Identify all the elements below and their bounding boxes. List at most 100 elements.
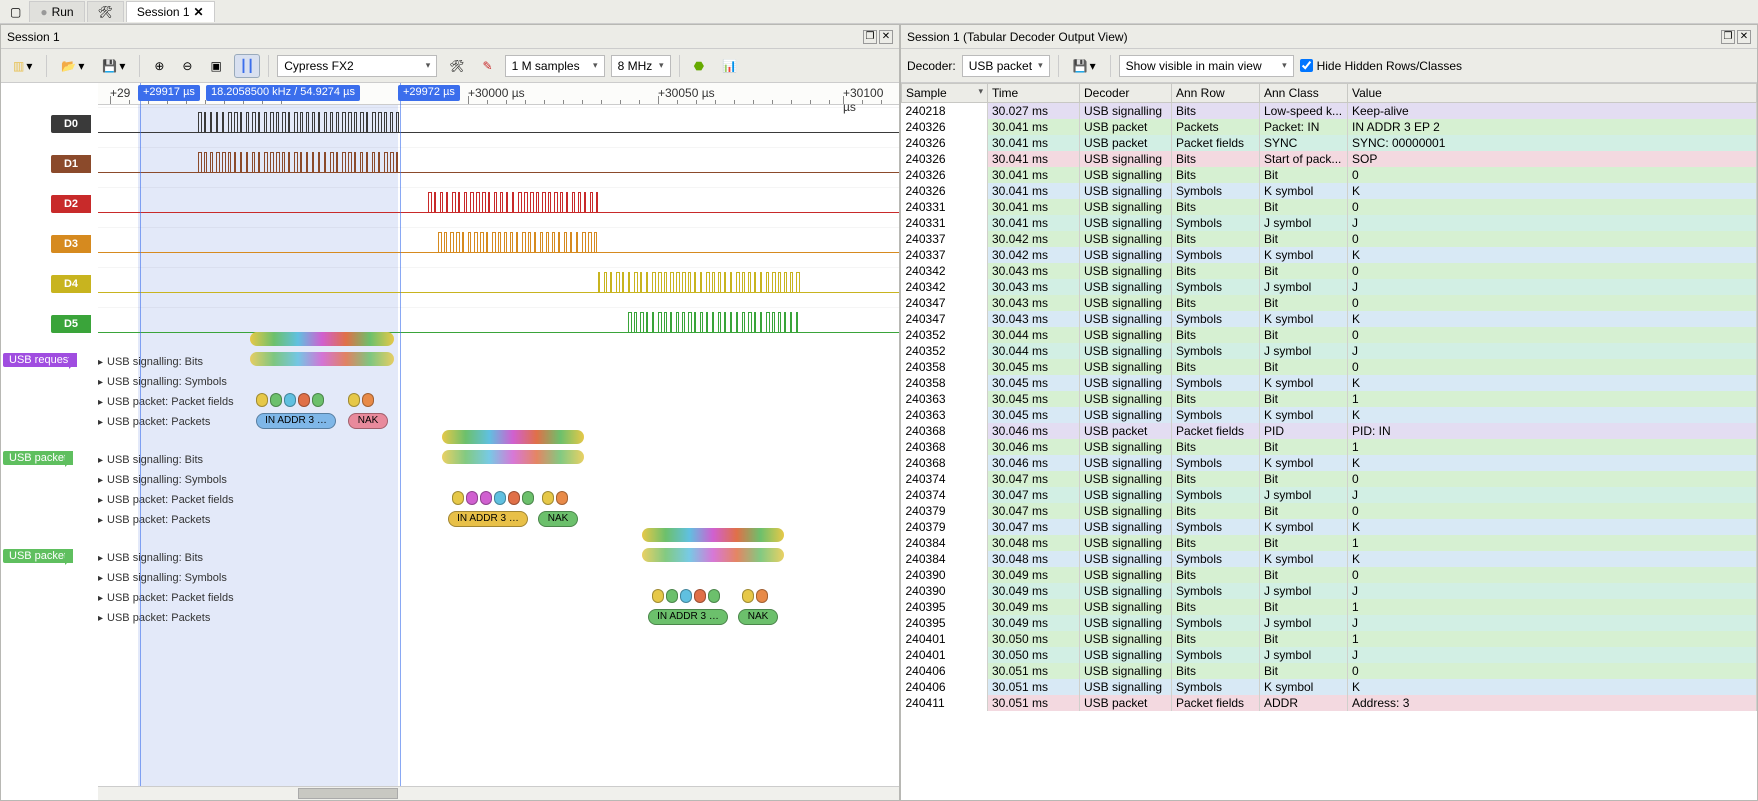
hide-rows-input[interactable] <box>1300 59 1313 72</box>
decoder-annotation-row[interactable]: USB signalling: Symbols <box>98 373 227 391</box>
table-row[interactable]: 24036830.046 msUSB packetPacket fieldsPI… <box>902 423 1757 439</box>
table-row[interactable]: 24040130.050 msUSB signallingBitsBit1 <box>902 631 1757 647</box>
cursor-line[interactable] <box>140 83 141 786</box>
table-row[interactable]: 24033130.041 msUSB signallingBitsBit0 <box>902 199 1757 215</box>
table-row[interactable]: 24036830.046 msUSB signallingBitsBit1 <box>902 439 1757 455</box>
table-row[interactable]: 24039530.049 msUSB signallingBitsBit1 <box>902 599 1757 615</box>
waveform-area[interactable]: +29+30000 µs+30050 µs+30100 µs+29917 µs+… <box>1 83 899 800</box>
zoom-fit-button[interactable]: ▣ <box>204 54 227 78</box>
packet-pill[interactable]: IN ADDR 3 … <box>448 511 528 527</box>
cursor-line[interactable] <box>400 83 401 786</box>
decoder-label[interactable]: USB packet <box>3 549 73 563</box>
close-pane-icon[interactable]: ✕ <box>879 30 893 44</box>
decoder-annotation-row[interactable]: USB signalling: Bits <box>98 451 203 469</box>
packet-pill[interactable]: IN ADDR 3 … <box>256 413 336 429</box>
table-row[interactable]: 24041130.051 msUSB packetPacket fieldsAD… <box>902 695 1757 711</box>
table-row[interactable]: 24037430.047 msUSB signallingSymbolsJ sy… <box>902 487 1757 503</box>
table-row[interactable]: 24035830.045 msUSB signallingBitsBit0 <box>902 359 1757 375</box>
decoder-annotation-row[interactable]: USB packet: Packets <box>98 413 210 431</box>
packet-pill[interactable]: IN ADDR 3 … <box>648 609 728 625</box>
decoder-annotation-row[interactable]: USB packet: Packets <box>98 511 210 529</box>
channel-label-d1[interactable]: D1 <box>51 155 91 173</box>
table-row[interactable]: 24034730.043 msUSB signallingBitsBit0 <box>902 295 1757 311</box>
channel-label-d2[interactable]: D2 <box>51 195 91 213</box>
table-row[interactable]: 24032630.041 msUSB signallingSymbolsK sy… <box>902 183 1757 199</box>
tab-tools[interactable]: 🛠 <box>87 1 124 22</box>
probe-button[interactable]: ✎ <box>477 54 499 78</box>
column-header[interactable]: Sample▾ <box>902 84 988 103</box>
channel-label-d4[interactable]: D4 <box>51 275 91 293</box>
view-mode-select[interactable]: Show visible in main view ▾ <box>1119 55 1294 77</box>
channels-area[interactable]: D0D1D2D3D4D5USB requestUSB signalling: B… <box>1 105 899 786</box>
packet-pill[interactable]: NAK <box>738 609 778 625</box>
tab-session[interactable]: Session 1 ✕ <box>126 1 215 22</box>
table-row[interactable]: 24038430.048 msUSB signallingSymbolsK sy… <box>902 551 1757 567</box>
table-row[interactable]: 24033730.042 msUSB signallingBitsBit0 <box>902 231 1757 247</box>
rate-select[interactable]: 8 MHz ▾ <box>611 55 671 77</box>
zoom-in-button[interactable]: ⊕ <box>148 54 170 78</box>
table-row[interactable]: 24039030.049 msUSB signallingBitsBit0 <box>902 567 1757 583</box>
sort-icon[interactable]: ▾ <box>978 86 983 97</box>
table-row[interactable]: 24040630.051 msUSB signallingBitsBit0 <box>902 663 1757 679</box>
table-row[interactable]: 24032630.041 msUSB packetPacket fieldsSY… <box>902 135 1757 151</box>
column-header[interactable]: Value <box>1348 84 1757 103</box>
export-button[interactable]: 💾▾ <box>1067 54 1102 78</box>
channel-lane[interactable] <box>98 107 899 143</box>
decoder-annotation-row[interactable]: USB signalling: Bits <box>98 549 203 567</box>
decoder-annotation-row[interactable]: USB packet: Packet fields <box>98 393 234 411</box>
table-row[interactable]: 24032630.041 msUSB signallingBitsBit0 <box>902 167 1757 183</box>
zoom-out-button[interactable]: ⊖ <box>176 54 198 78</box>
column-header[interactable]: Ann Row <box>1172 84 1260 103</box>
packet-pill[interactable]: NAK <box>538 511 578 527</box>
decoder-annotation-row[interactable]: USB signalling: Symbols <box>98 471 227 489</box>
table-row[interactable]: 24034230.043 msUSB signallingBitsBit0 <box>902 263 1757 279</box>
cursor-flag[interactable]: +29917 µs <box>138 85 200 101</box>
cursor-flag[interactable]: +29972 µs <box>398 85 460 101</box>
channel-lane[interactable] <box>98 267 899 303</box>
decoder-label[interactable]: USB request <box>3 353 77 367</box>
samples-select[interactable]: 1 M samples ▾ <box>505 55 605 77</box>
restore-icon[interactable]: ❐ <box>863 30 877 44</box>
packet-pill[interactable]: NAK <box>348 413 388 429</box>
column-header[interactable]: Time <box>988 84 1080 103</box>
decoder-table[interactable]: Sample▾TimeDecoderAnn RowAnn ClassValue … <box>901 83 1757 800</box>
channel-lane[interactable] <box>98 227 899 263</box>
restore-icon[interactable]: ❐ <box>1721 30 1735 44</box>
hide-rows-checkbox[interactable]: Hide Hidden Rows/Classes <box>1300 59 1462 73</box>
decoder-annotation-row[interactable]: USB packet: Packet fields <box>98 589 234 607</box>
table-row[interactable]: 24033730.042 msUSB signallingSymbolsK sy… <box>902 247 1757 263</box>
decoder-label[interactable]: USB packet <box>3 451 73 465</box>
tab-run[interactable]: ● Run <box>29 1 84 22</box>
close-pane-icon[interactable]: ✕ <box>1737 30 1751 44</box>
table-row[interactable]: 24035230.044 msUSB signallingBitsBit0 <box>902 327 1757 343</box>
channel-label-d0[interactable]: D0 <box>51 115 91 133</box>
table-row[interactable]: 24037930.047 msUSB signallingBitsBit0 <box>902 503 1757 519</box>
close-icon[interactable]: ✕ <box>194 5 204 19</box>
decoder-add-button[interactable]: ⬣ <box>688 54 710 78</box>
channel-lane[interactable] <box>98 187 899 223</box>
table-row[interactable]: 24037430.047 msUSB signallingBitsBit0 <box>902 471 1757 487</box>
table-row[interactable]: 24036830.046 msUSB signallingSymbolsK sy… <box>902 455 1757 471</box>
cursors-button[interactable]: ┃┃ <box>234 54 260 78</box>
channel-lane[interactable] <box>98 147 899 183</box>
column-header[interactable]: Decoder <box>1080 84 1172 103</box>
open-button[interactable]: 📂▾ <box>55 54 90 78</box>
table-row[interactable]: 24032630.041 msUSB signallingBitsStart o… <box>902 151 1757 167</box>
table-row[interactable]: 24040130.050 msUSB signallingSymbolsJ sy… <box>902 647 1757 663</box>
table-row[interactable]: 24038430.048 msUSB signallingBitsBit1 <box>902 535 1757 551</box>
h-scrollbar[interactable] <box>98 786 899 800</box>
table-row[interactable]: 24039030.049 msUSB signallingSymbolsJ sy… <box>902 583 1757 599</box>
table-row[interactable]: 24036330.045 msUSB signallingBitsBit1 <box>902 391 1757 407</box>
table-row[interactable]: 24035830.045 msUSB signallingSymbolsK sy… <box>902 375 1757 391</box>
table-row[interactable]: 24039530.049 msUSB signallingSymbolsJ sy… <box>902 615 1757 631</box>
table-row[interactable]: 24034230.043 msUSB signallingSymbolsJ sy… <box>902 279 1757 295</box>
checkbox-icon[interactable]: ▢ <box>4 0 27 24</box>
time-ruler[interactable]: +29+30000 µs+30050 µs+30100 µs+29917 µs+… <box>98 83 899 105</box>
table-row[interactable]: 24040630.051 msUSB signallingSymbolsK sy… <box>902 679 1757 695</box>
channel-lane[interactable] <box>98 307 899 343</box>
channel-label-d5[interactable]: D5 <box>51 315 91 333</box>
table-row[interactable]: 24034730.043 msUSB signallingSymbolsK sy… <box>902 311 1757 327</box>
decoder-annotation-row[interactable]: USB signalling: Symbols <box>98 569 227 587</box>
device-select[interactable]: Cypress FX2 ▾ <box>277 55 437 77</box>
table-row[interactable]: 24021830.027 msUSB signallingBitsLow-spe… <box>902 103 1757 120</box>
